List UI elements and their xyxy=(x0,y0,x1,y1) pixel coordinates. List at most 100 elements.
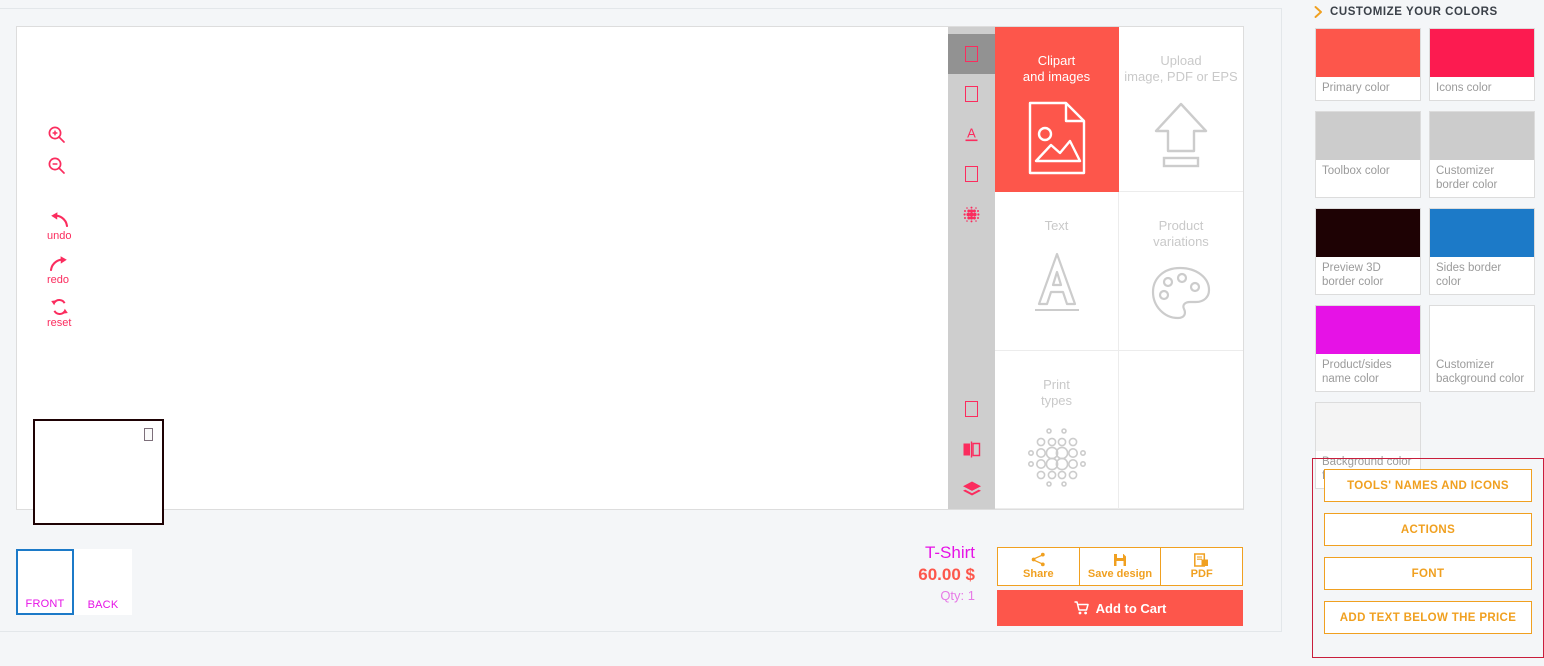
swatch-caption: Preview 3D border color xyxy=(1322,262,1384,288)
missing-glyph-box-icon xyxy=(965,401,978,417)
color-swatch-grid: Primary color Icons color Toolbox color … xyxy=(1302,18,1544,489)
flip-mirror-icon xyxy=(963,441,981,457)
swatch-caption: Sides border color xyxy=(1436,262,1502,288)
toolbox-cell-clipart-and-images[interactable]: Clipart and images xyxy=(995,27,1119,192)
toolbox-cell-print-types[interactable]: Print types xyxy=(995,351,1119,509)
share-label: Share xyxy=(1023,568,1054,580)
share-nodes-icon xyxy=(1031,552,1045,567)
pdf-button[interactable]: PDF xyxy=(1160,547,1244,586)
strip-item-text-tool[interactable]: A xyxy=(948,114,995,154)
strip-item-clipart-tool[interactable] xyxy=(948,34,995,74)
halftone-circles-icon xyxy=(1026,425,1088,492)
add-to-cart-label: Add to Cart xyxy=(1095,600,1167,616)
strip-item-layers-tool[interactable] xyxy=(948,469,995,509)
undo-arrow-icon xyxy=(50,212,68,228)
panel-button-group: TOOLS' NAMES AND ICONS ACTIONS FONT ADD … xyxy=(1312,458,1544,658)
magnifier-minus-icon xyxy=(48,157,65,174)
swatch-customizer-border-color[interactable]: Customizer border color xyxy=(1429,111,1535,198)
strip-item-upload-tool[interactable] xyxy=(948,74,995,114)
underlined-a-icon: A xyxy=(965,126,978,142)
panel-title: CUSTOMIZE YOUR COLORS xyxy=(1330,6,1498,18)
undo-button[interactable]: undo xyxy=(47,212,71,242)
toolbox-grid: Clipart and images Upload image, PDF or EP… xyxy=(995,27,1243,509)
shopping-cart-icon xyxy=(1074,601,1089,615)
strip-item-extra-tool[interactable] xyxy=(948,389,995,429)
swatch-primary-color[interactable]: Primary color xyxy=(1315,28,1421,101)
redo-label: redo xyxy=(47,274,70,286)
image-file-icon xyxy=(1026,101,1088,180)
reset-circular-arrows-icon xyxy=(50,299,68,315)
product-price: 60.00 $ xyxy=(918,565,975,584)
actions-button[interactable]: ACTIONS xyxy=(1324,513,1532,546)
thumbnail-back[interactable]: BACK xyxy=(74,549,132,615)
swatch-caption: Icons color xyxy=(1436,82,1492,94)
strip-item-product-variations-tool[interactable] xyxy=(948,154,995,194)
strip-item-flip-tool[interactable] xyxy=(948,429,995,469)
add-to-cart-button[interactable]: Add to Cart xyxy=(997,590,1243,626)
missing-glyph-box-icon xyxy=(965,46,978,62)
upload-arrow-icon xyxy=(1150,101,1212,176)
swatch-caption: Toolbox color xyxy=(1322,165,1390,177)
share-button[interactable]: Share xyxy=(997,547,1079,586)
app-root: undo redo reset A Clipart and images Upl… xyxy=(0,0,1544,666)
swatch-product-sides-name-color[interactable]: Product/sides name color xyxy=(1315,305,1421,392)
toolbox-cell-label: Text xyxy=(1044,218,1069,233)
missing-glyph-box-icon xyxy=(144,428,153,441)
swatch-chip[interactable] xyxy=(1430,209,1534,257)
product-customizer: undo redo reset A Clipart and images Upl… xyxy=(0,8,1282,632)
toolbox-cell-label: Product variations xyxy=(1153,218,1209,249)
toolbox-cell-empty xyxy=(1119,351,1243,509)
swatch-chip[interactable] xyxy=(1316,29,1420,77)
swatch-chip[interactable] xyxy=(1316,209,1420,257)
font-button[interactable]: FONT xyxy=(1324,557,1532,590)
preview-3d-frame[interactable] xyxy=(33,419,164,525)
zoom-out-button[interactable] xyxy=(47,156,66,176)
add-text-below-price-button[interactable]: ADD TEXT BELOW THE PRICE xyxy=(1324,601,1532,634)
customize-colors-panel: CUSTOMIZE YOUR COLORS Primary color Icon… xyxy=(1302,0,1544,666)
panel-header[interactable]: CUSTOMIZE YOUR COLORS xyxy=(1302,0,1544,18)
swatch-chip[interactable] xyxy=(1316,403,1420,451)
swatch-customizer-background-color[interactable]: Customizer background color xyxy=(1429,305,1535,392)
product-qty: Qty: 1 xyxy=(940,588,975,603)
toolbox-cell-product-variations[interactable]: Product variations xyxy=(1119,192,1243,351)
redo-button[interactable]: redo xyxy=(47,256,69,286)
swatch-chip[interactable] xyxy=(1430,29,1534,77)
toolbox-cell-label: Clipart and images xyxy=(1022,53,1091,84)
swatch-sides-border-color[interactable]: Sides border color xyxy=(1429,208,1535,295)
toolbox-cell-label: Upload image, PDF or EPS xyxy=(1124,53,1238,84)
swatch-icons-color[interactable]: Icons color xyxy=(1429,28,1535,101)
pdf-label: PDF xyxy=(1190,567,1213,580)
reset-button[interactable]: reset xyxy=(47,298,71,329)
swatch-toolbox-color[interactable]: Toolbox color xyxy=(1315,111,1421,198)
swatch-chip[interactable] xyxy=(1316,306,1420,354)
missing-glyph-box-icon xyxy=(965,166,978,182)
swatch-caption: Product/sides name color xyxy=(1322,359,1392,385)
thumbnail-front[interactable]: FRONT xyxy=(16,549,74,615)
magnifier-plus-icon xyxy=(48,126,65,143)
swatch-chip[interactable] xyxy=(1430,112,1534,160)
layers-stack-icon xyxy=(962,481,981,496)
tools-names-and-icons-button[interactable]: TOOLS' NAMES AND ICONS xyxy=(1324,469,1532,502)
design-stage: undo redo reset A Clipart and images Upl… xyxy=(16,26,1244,525)
pdf-document-icon xyxy=(1194,552,1209,567)
reset-label: reset xyxy=(47,317,72,329)
action-bar: Share Save design PDF Add to Cart xyxy=(997,547,1244,626)
halftone-dots-icon xyxy=(963,206,980,222)
zoom-in-button[interactable] xyxy=(47,125,66,145)
swatch-caption: Primary color xyxy=(1322,82,1390,94)
toolbox-cell-text[interactable]: Text xyxy=(995,192,1119,351)
tool-icon-strip: A xyxy=(948,27,995,509)
thumbnail-label: FRONT xyxy=(25,598,65,610)
swatch-chip[interactable] xyxy=(1316,112,1420,160)
missing-glyph-box-icon xyxy=(965,86,978,102)
strip-item-print-types-tool[interactable] xyxy=(948,194,995,234)
thumbnail-label: BACK xyxy=(87,599,119,611)
design-canvas[interactable]: undo redo reset xyxy=(17,27,948,525)
save-design-label: Save design xyxy=(1087,567,1153,580)
save-design-button[interactable]: Save design xyxy=(1078,547,1161,586)
toolbox-cell-upload-image[interactable]: Upload image, PDF or EPS xyxy=(1119,27,1243,192)
swatch-chip[interactable] xyxy=(1430,306,1534,354)
swatch-preview-3d-border-color[interactable]: Preview 3D border color xyxy=(1315,208,1421,295)
toolbox-cell-label: Print types xyxy=(1040,377,1073,408)
swatch-caption: Customizer background color xyxy=(1436,359,1525,385)
